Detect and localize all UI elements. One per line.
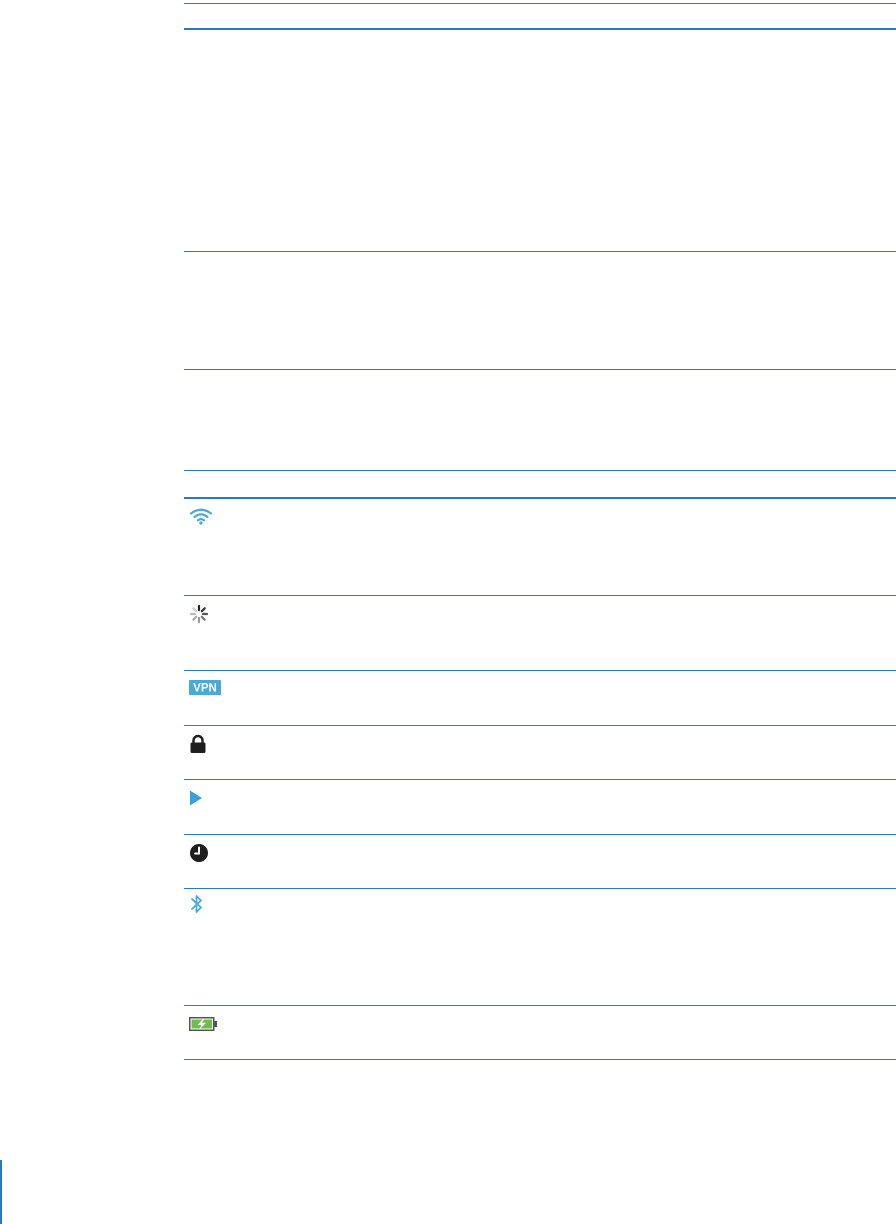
vpn-label: VPN bbox=[193, 683, 217, 695]
row-divider bbox=[184, 1005, 896, 1006]
table-header-rule bbox=[184, 28, 896, 30]
row-divider bbox=[184, 251, 896, 252]
bluetooth-icon bbox=[191, 895, 202, 913]
play-icon bbox=[190, 790, 202, 806]
table-top-rule bbox=[184, 470, 896, 471]
page-margin-bar bbox=[0, 1160, 2, 1224]
row-divider bbox=[184, 888, 896, 889]
battery-charging-icon bbox=[189, 1017, 217, 1031]
row-divider bbox=[184, 1059, 896, 1060]
row-divider bbox=[184, 670, 896, 671]
row-divider bbox=[184, 834, 896, 835]
wifi-icon bbox=[189, 508, 213, 525]
table-top-rule bbox=[184, 3, 896, 4]
alarm-clock-icon bbox=[190, 844, 208, 862]
lock-icon bbox=[190, 734, 206, 753]
row-divider bbox=[184, 595, 896, 596]
vpn-icon: VPN bbox=[189, 680, 221, 695]
row-divider bbox=[184, 779, 896, 780]
table-header-rule bbox=[184, 497, 896, 499]
row-divider bbox=[184, 369, 896, 370]
activity-spinner-icon bbox=[189, 604, 209, 624]
document-page: VPN bbox=[0, 0, 896, 1224]
row-divider bbox=[184, 725, 896, 726]
